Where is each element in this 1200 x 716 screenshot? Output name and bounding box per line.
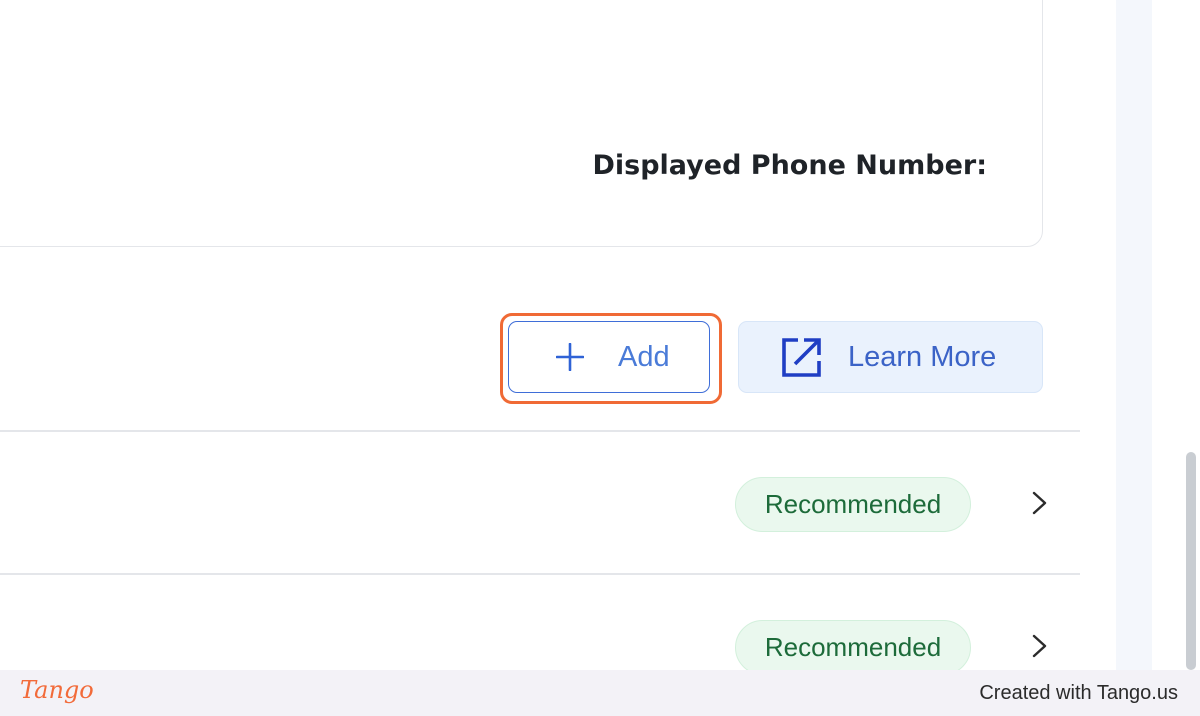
row-divider — [0, 573, 1080, 575]
side-panel — [1116, 0, 1152, 670]
external-link-icon — [782, 338, 821, 377]
footer-credit: Created with Tango.us — [979, 682, 1178, 704]
footer-bar: Tango Created with Tango.us — [0, 670, 1200, 716]
row-divider — [0, 430, 1080, 432]
recommended-badge: Recommended — [735, 620, 971, 670]
plus-icon — [556, 343, 584, 371]
recommended-badge: Recommended — [735, 477, 971, 532]
phone-number-card — [0, 0, 1043, 247]
chevron-right-icon[interactable] — [1030, 489, 1050, 517]
scrollbar-thumb[interactable] — [1186, 452, 1196, 670]
chevron-right-icon[interactable] — [1030, 632, 1050, 660]
app-window: Displayed Phone Number: Add Learn More R… — [0, 0, 1200, 670]
add-button[interactable]: Add — [508, 321, 710, 393]
learn-more-button[interactable]: Learn More — [738, 321, 1043, 393]
tango-logo: Tango — [20, 676, 94, 704]
displayed-phone-number-label: Displayed Phone Number: — [592, 150, 987, 181]
add-button-label: Add — [618, 341, 670, 373]
learn-more-label: Learn More — [848, 341, 997, 373]
